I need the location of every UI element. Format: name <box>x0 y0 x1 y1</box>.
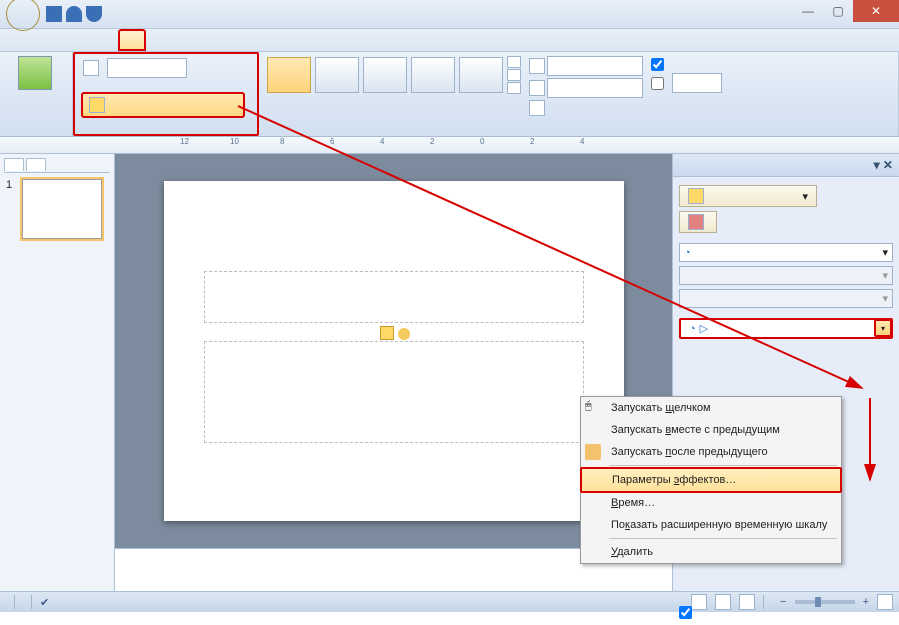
pane-tabs <box>4 158 110 173</box>
tab-view[interactable] <box>194 29 218 51</box>
preview-icon <box>18 56 52 90</box>
menu-timing[interactable]: Время… <box>581 492 841 514</box>
sound-icon <box>529 58 545 74</box>
taskpane-header: ▾ ✕ <box>673 154 899 177</box>
change-effect-button[interactable]: ▾ <box>679 185 817 207</box>
clock-icon <box>585 444 601 460</box>
autopreview-checkbox[interactable] <box>679 606 696 619</box>
remove-effect-button[interactable] <box>679 211 717 233</box>
menu-remove[interactable]: Удалить <box>581 541 841 563</box>
maximize-button[interactable]: ▢ <box>823 0 853 22</box>
status-bar: ✔ − + <box>0 591 899 612</box>
transition-sound-dropdown[interactable] <box>547 56 643 76</box>
property-dropdown: ▾ <box>679 266 893 285</box>
office-button[interactable] <box>6 0 40 31</box>
fit-icon[interactable] <box>877 594 893 610</box>
redo-icon[interactable] <box>86 6 102 22</box>
transition-gallery[interactable] <box>267 56 521 94</box>
animation-icon <box>83 60 99 76</box>
group-transition-label <box>265 132 892 134</box>
zoom-in-icon[interactable]: + <box>863 596 869 608</box>
tab-review[interactable] <box>170 29 194 51</box>
custom-animation-button[interactable] <box>81 92 245 118</box>
transition-speed-dropdown[interactable] <box>547 78 643 98</box>
slide-canvas[interactable] <box>164 181 624 521</box>
subtitle-placeholder[interactable] <box>204 341 584 443</box>
slides-pane: 1 <box>0 154 115 591</box>
gallery-down-icon[interactable] <box>507 69 521 81</box>
window-controls: — ▢ ✕ <box>793 0 899 22</box>
chevron-down-icon: ▾ <box>882 246 888 259</box>
chevron-down-icon: ▾ <box>802 190 808 203</box>
apply-all-icon <box>529 100 545 116</box>
outline-tab[interactable] <box>26 158 46 171</box>
tab-home[interactable] <box>46 29 70 51</box>
custom-animation-icon <box>89 97 105 113</box>
slide-thumbnail-1[interactable] <box>22 179 102 239</box>
ribbon <box>0 52 899 137</box>
auto-after-value[interactable] <box>672 73 722 93</box>
taskpane-close-icon[interactable]: ▾ ✕ <box>874 158 893 172</box>
menu-start-after[interactable]: Запускать после предыдущего <box>581 441 841 463</box>
transition-2[interactable] <box>363 57 407 93</box>
ribbon-tabs <box>0 29 899 52</box>
slides-tab[interactable] <box>4 158 24 171</box>
group-preview-label <box>6 132 66 134</box>
undo-icon[interactable] <box>66 6 82 22</box>
gallery-up-icon[interactable] <box>507 56 521 68</box>
menu-start-with[interactable]: Запускать вместе с предыдущим <box>581 419 841 441</box>
horizontal-ruler: 12108642024 <box>0 137 899 154</box>
group-animation <box>73 52 259 136</box>
mouse-icon: 🖱 <box>585 400 601 416</box>
transition-none[interactable] <box>267 57 311 93</box>
tab-design[interactable] <box>94 29 118 51</box>
close-button[interactable]: ✕ <box>853 0 899 22</box>
minimize-button[interactable]: — <box>793 0 823 22</box>
remove-icon <box>688 214 704 230</box>
spellcheck-icon[interactable]: ✔ <box>40 596 49 609</box>
animation-dropdown[interactable] <box>107 58 187 78</box>
effect-list-item[interactable]: ◔ ▷ ▾ <box>679 318 893 339</box>
group-preview <box>0 52 73 136</box>
menu-start-click[interactable]: 🖱Запускать щелчком <box>581 397 841 419</box>
group-transition <box>259 52 899 136</box>
transition-4[interactable] <box>459 57 503 93</box>
menu-separator <box>609 465 837 466</box>
zoom-slider[interactable] <box>795 600 855 604</box>
play-icon: ▷ <box>700 322 708 335</box>
effect-context-menu: 🖱Запускать щелчком Запускать вместе с пр… <box>580 396 842 564</box>
menu-separator <box>609 538 837 539</box>
on-click-checkbox[interactable] <box>651 58 722 71</box>
gallery-more-icon[interactable] <box>507 82 521 94</box>
star-icon <box>688 188 704 204</box>
menu-effect-options[interactable]: Параметры эффектов… <box>580 467 842 493</box>
slide-number: 1 <box>4 173 14 245</box>
transition-1[interactable] <box>315 57 359 93</box>
tab-slideshow[interactable] <box>146 29 170 51</box>
zoom-out-icon[interactable]: − <box>780 596 786 608</box>
menu-show-timeline[interactable]: Показать расширенную временную шкалу <box>581 514 841 536</box>
start-dropdown[interactable]: ◔ ▾ <box>679 243 893 262</box>
view-sorter-icon[interactable] <box>715 594 731 610</box>
speed-dropdown: ▾ <box>679 289 893 308</box>
tab-animation[interactable] <box>118 29 146 51</box>
title-bar: — ▢ ✕ <box>0 0 899 29</box>
speed-icon <box>529 80 545 96</box>
badge-number <box>380 326 394 340</box>
tab-insert[interactable] <box>70 29 94 51</box>
preview-button[interactable] <box>6 54 64 92</box>
view-slideshow-icon[interactable] <box>739 594 755 610</box>
sound-icon <box>398 328 410 340</box>
apply-to-all-button[interactable] <box>529 100 643 116</box>
auto-after-checkbox[interactable] <box>651 73 722 93</box>
transition-3[interactable] <box>411 57 455 93</box>
effect-item-dropdown[interactable]: ▾ <box>874 319 892 337</box>
clock-icon: ◔ <box>689 323 696 335</box>
save-icon[interactable] <box>46 6 62 22</box>
group-animation-label <box>81 130 251 132</box>
title-placeholder[interactable] <box>204 271 584 323</box>
quick-access-toolbar <box>46 6 102 22</box>
